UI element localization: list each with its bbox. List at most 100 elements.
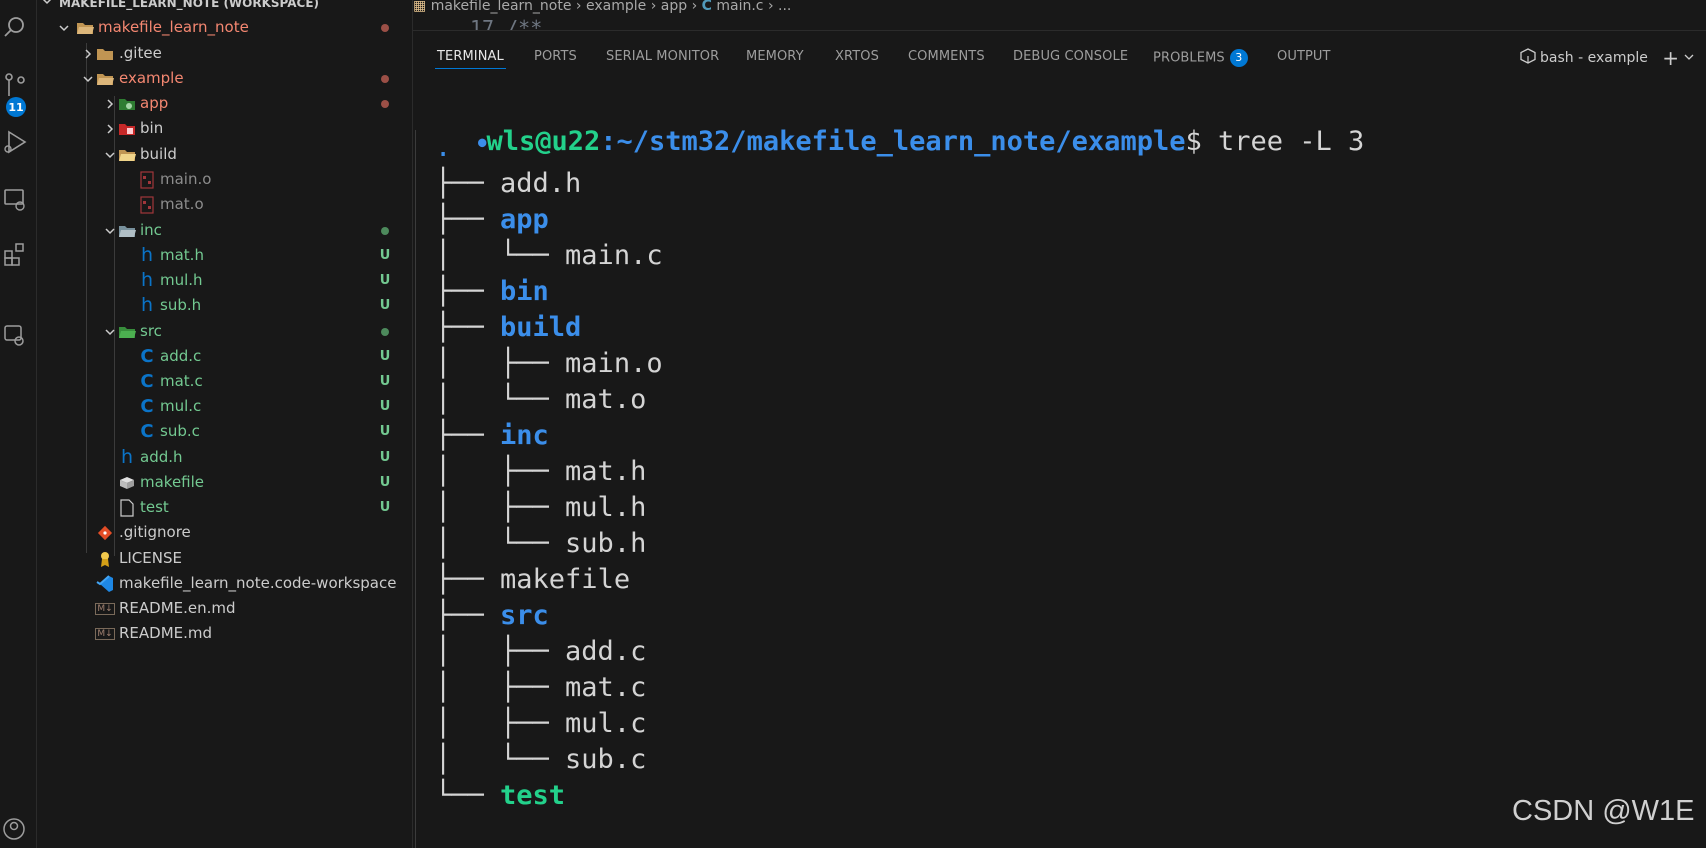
git-status-decoration: [377, 14, 393, 41]
tree-item[interactable]: Cadd.c U: [37, 343, 412, 370]
tab-ports[interactable]: PORTS: [534, 49, 577, 64]
tree-item-label: add.h: [140, 448, 183, 466]
activity-bar: 11: [0, 0, 37, 848]
tree-item[interactable]: .gitee: [37, 40, 412, 67]
chevron-down-icon[interactable]: [57, 14, 71, 41]
tab-xrtos[interactable]: XRTOS: [835, 49, 879, 64]
terminal-instance[interactable]: bash - example +: [1520, 46, 1706, 70]
vscode-icon: [95, 570, 115, 597]
status-dot: [381, 23, 389, 32]
remote-explorer-icon[interactable]: [0, 183, 30, 217]
tree-branch: ├──: [435, 276, 501, 307]
prompt-symbol: $: [1185, 126, 1218, 157]
tree-item-label: mat.o: [160, 195, 204, 213]
tab-terminal[interactable]: TERMINAL: [437, 49, 504, 64]
tab-debug-console[interactable]: DEBUG CONSOLE: [1013, 49, 1128, 64]
chevron-right-icon: ›: [650, 0, 661, 14]
tree-item[interactable]: h mat.h U: [37, 242, 412, 269]
terminal-line: ├── build: [435, 310, 581, 346]
tree-entry-name: main.o: [565, 348, 663, 379]
chevron-right-icon[interactable]: [103, 90, 117, 117]
object-file-icon: [137, 166, 157, 193]
breadcrumb-part-3[interactable]: main.c: [716, 0, 763, 14]
panel-tab-bar: TERMINAL PORTS SERIAL MONITOR MEMORY XRT…: [413, 30, 1706, 83]
terminal-line: │ ├── mat.h: [435, 454, 646, 490]
prompt-command: tree -L 3: [1217, 126, 1365, 157]
search-icon[interactable]: [0, 10, 30, 44]
chevron-right-icon[interactable]: [81, 40, 95, 67]
chevron-down-icon[interactable]: [103, 217, 117, 244]
terminal-view[interactable]: ●wls@u22:~/stm32/makefile_learn_note/exa…: [413, 82, 1706, 848]
tree-item[interactable]: build: [37, 141, 412, 168]
breadcrumb: ▦ makefile_learn_note › example › app › …: [413, 0, 791, 16]
tree-item[interactable]: LICENSE: [37, 545, 412, 572]
tree-branch: ├──: [435, 168, 501, 199]
tree-item[interactable]: mat.o: [37, 191, 412, 218]
tab-output[interactable]: OUTPUT: [1277, 49, 1331, 64]
tree-item[interactable]: Cmul.c U: [37, 393, 412, 420]
chevron-down-icon[interactable]: [1684, 50, 1694, 66]
tree-item[interactable]: h add.h U: [37, 444, 412, 471]
breadcrumb-part-2[interactable]: app: [661, 0, 687, 14]
chevron-down-icon[interactable]: [81, 65, 95, 92]
breadcrumb-part-4[interactable]: ...: [778, 0, 791, 14]
chevron-down-icon[interactable]: [103, 141, 117, 168]
tree-item[interactable]: makefile U: [37, 469, 412, 496]
account-icon[interactable]: [0, 812, 30, 846]
tree-branch: ├──: [435, 564, 501, 595]
tree-item-label: mat.c: [160, 372, 203, 390]
terminal-line: │ ├── mat.c: [435, 670, 646, 706]
prompt-path: :~/stm32/makefile_learn_note/example: [600, 126, 1186, 157]
git-status-decoration: [377, 90, 393, 117]
tree-item[interactable]: main.o: [37, 166, 412, 193]
extensions-icon[interactable]: [0, 237, 30, 271]
terminal-line: └── test: [435, 778, 565, 814]
explorer-header[interactable]: MAKEFILE_LEARN_NOTE (WORKSPACE): [41, 0, 319, 13]
run-debug-icon[interactable]: [0, 125, 30, 159]
tree-item[interactable]: .gitignore: [37, 519, 412, 546]
folder-app-icon: [117, 90, 137, 117]
tab-serial-monitor[interactable]: SERIAL MONITOR: [606, 49, 719, 64]
terminal-icon: [1520, 48, 1536, 68]
status-dot: [381, 327, 389, 336]
tree-item[interactable]: M↓ README.md: [37, 620, 412, 647]
git-status-decoration: [377, 217, 393, 244]
tree-item[interactable]: inc: [37, 217, 412, 244]
terminal-line: ├── app: [435, 202, 549, 238]
folder-icon: ▦: [413, 0, 427, 14]
tab-memory[interactable]: MEMORY: [746, 49, 804, 64]
tree-branch: │ ├──: [435, 348, 566, 379]
tree-item-label: README.en.md: [119, 599, 236, 617]
folder-include-icon: [117, 217, 137, 244]
tree-item[interactable]: makefile_learn_note: [37, 14, 412, 41]
tree-item[interactable]: M↓ README.en.md: [37, 595, 412, 622]
c-file-icon: C: [140, 396, 154, 417]
tree-item[interactable]: Cmat.c U: [37, 368, 412, 395]
terminal-line: │ └── mat.o: [435, 382, 646, 418]
tree-item-label: sub.c: [160, 422, 200, 440]
tab-problems[interactable]: PROBLEMS 3: [1153, 49, 1248, 67]
license-icon: [95, 545, 115, 572]
tree-item[interactable]: bin: [37, 115, 412, 142]
tree-item[interactable]: Csub.c U: [37, 418, 412, 445]
folder-open-icon: [95, 65, 115, 92]
chevron-right-icon: ›: [767, 0, 779, 14]
header-file-icon: h: [140, 269, 154, 291]
plus-icon[interactable]: +: [1662, 46, 1679, 70]
tree-item[interactable]: src: [37, 318, 412, 345]
git-status-decoration: U: [379, 273, 391, 288]
tree-item[interactable]: makefile_learn_note.code-workspace: [37, 570, 412, 597]
device-settings-icon[interactable]: [0, 318, 30, 352]
tab-comments[interactable]: COMMENTS: [908, 49, 985, 64]
tree-item[interactable]: app: [37, 90, 412, 117]
chevron-down-icon[interactable]: [103, 318, 117, 345]
terminal-gutter-line: [415, 130, 416, 848]
breadcrumb-part-1[interactable]: example: [586, 0, 646, 14]
breadcrumb-part-0[interactable]: makefile_learn_note: [431, 0, 572, 14]
markdown-icon: M↓: [95, 602, 115, 615]
tree-item[interactable]: example: [37, 65, 412, 92]
tree-item[interactable]: h mul.h U: [37, 267, 412, 294]
tree-item[interactable]: test U: [37, 494, 412, 521]
chevron-right-icon[interactable]: [103, 115, 117, 142]
tree-item[interactable]: h sub.h U: [37, 292, 412, 319]
